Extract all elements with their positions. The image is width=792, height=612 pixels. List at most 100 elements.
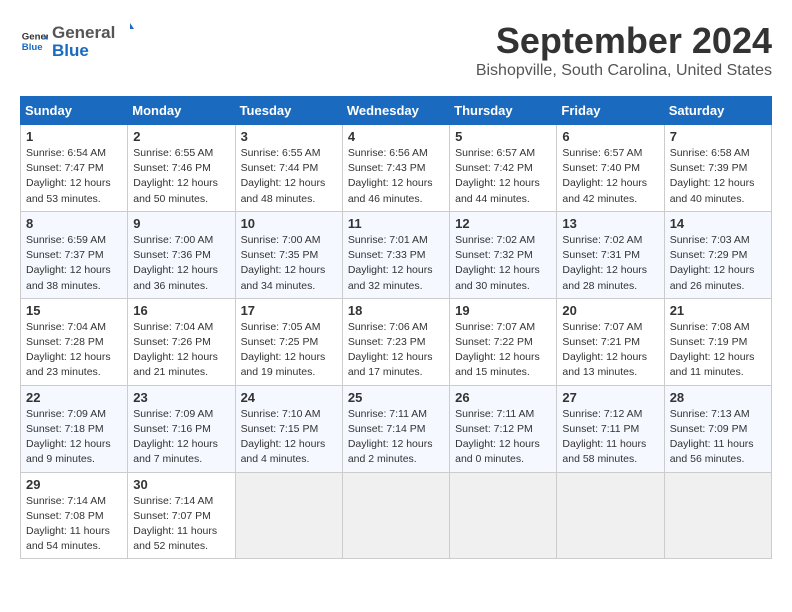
page-header: General Blue General Blue September 2024…: [20, 20, 772, 80]
day-info: Sunrise: 7:04 AMSunset: 7:26 PMDaylight:…: [133, 320, 229, 381]
calendar-day-cell: 17 Sunrise: 7:05 AMSunset: 7:25 PMDayligh…: [235, 298, 342, 385]
svg-text:General: General: [22, 31, 48, 42]
day-number: 7: [670, 129, 766, 144]
calendar-week-row: 8 Sunrise: 6:59 AMSunset: 7:37 PMDaylight…: [21, 211, 772, 298]
day-number: 14: [670, 216, 766, 231]
day-info: Sunrise: 7:07 AMSunset: 7:21 PMDaylight:…: [562, 320, 658, 381]
day-number: 21: [670, 303, 766, 318]
day-info: Sunrise: 7:08 AMSunset: 7:19 PMDaylight:…: [670, 320, 766, 381]
calendar-day-cell: 12 Sunrise: 7:02 AMSunset: 7:32 PMDayligh…: [450, 211, 557, 298]
weekday-header-tuesday: Tuesday: [235, 97, 342, 125]
day-info: Sunrise: 6:56 AMSunset: 7:43 PMDaylight:…: [348, 146, 444, 207]
calendar-day-cell: 19Sunrise: 7:07 AMSunset: 7:22 PMDayligh…: [450, 298, 557, 385]
month-title: September 2024: [476, 20, 772, 62]
calendar-day-cell: 4 Sunrise: 6:56 AMSunset: 7:43 PMDaylight…: [342, 125, 449, 212]
day-number: 16: [133, 303, 229, 318]
calendar-day-cell: 5 Sunrise: 6:57 AMSunset: 7:42 PMDaylight…: [450, 125, 557, 212]
calendar-day-cell: 8 Sunrise: 6:59 AMSunset: 7:37 PMDaylight…: [21, 211, 128, 298]
day-info: Sunrise: 7:14 AMSunset: 7:07 PMDaylight:…: [133, 494, 229, 555]
location-title: Bishopville, South Carolina, United Stat…: [476, 62, 772, 80]
day-number: 20: [562, 303, 658, 318]
calendar-week-row: 22 Sunrise: 7:09 AMSunset: 7:18 PMDayligh…: [21, 385, 772, 472]
logo-blue: Blue: [52, 41, 134, 61]
calendar-day-cell: 25Sunrise: 7:11 AMSunset: 7:14 PMDayligh…: [342, 385, 449, 472]
day-number: 9: [133, 216, 229, 231]
calendar-day-cell: 26 Sunrise: 7:11 AMSunset: 7:12 PMDayligh…: [450, 385, 557, 472]
day-number: 23: [133, 390, 229, 405]
day-info: Sunrise: 7:11 AMSunset: 7:12 PMDaylight:…: [455, 407, 551, 468]
weekday-header-monday: Monday: [128, 97, 235, 125]
day-info: Sunrise: 6:57 AMSunset: 7:42 PMDaylight:…: [455, 146, 551, 207]
day-info: Sunrise: 7:02 AMSunset: 7:32 PMDaylight:…: [455, 233, 551, 294]
empty-cell: [557, 472, 664, 559]
day-info: Sunrise: 6:59 AMSunset: 7:37 PMDaylight:…: [26, 233, 122, 294]
calendar-day-cell: 27 Sunrise: 7:12 AMSunset: 7:11 PMDayligh…: [557, 385, 664, 472]
calendar-day-cell: 13 Sunrise: 7:02 AMSunset: 7:31 PMDayligh…: [557, 211, 664, 298]
calendar-day-cell: 11Sunrise: 7:01 AMSunset: 7:33 PMDayligh…: [342, 211, 449, 298]
day-number: 18: [348, 303, 444, 318]
calendar-day-cell: 21 Sunrise: 7:08 AMSunset: 7:19 PMDayligh…: [664, 298, 771, 385]
empty-cell: [664, 472, 771, 559]
day-info: Sunrise: 6:55 AMSunset: 7:44 PMDaylight:…: [241, 146, 337, 207]
day-info: Sunrise: 7:01 AMSunset: 7:33 PMDaylight:…: [348, 233, 444, 294]
day-info: Sunrise: 7:09 AMSunset: 7:18 PMDaylight:…: [26, 407, 122, 468]
logo-general: General: [52, 23, 115, 43]
calendar-day-cell: 10 Sunrise: 7:00 AMSunset: 7:35 PMDayligh…: [235, 211, 342, 298]
day-number: 10: [241, 216, 337, 231]
day-number: 8: [26, 216, 122, 231]
day-number: 28: [670, 390, 766, 405]
day-info: Sunrise: 7:06 AMSunset: 7:23 PMDaylight:…: [348, 320, 444, 381]
day-info: Sunrise: 7:07 AMSunset: 7:22 PMDaylight:…: [455, 320, 551, 381]
calendar-day-cell: 9 Sunrise: 7:00 AMSunset: 7:36 PMDaylight…: [128, 211, 235, 298]
calendar-day-cell: 7Sunrise: 6:58 AMSunset: 7:39 PMDaylight…: [664, 125, 771, 212]
day-info: Sunrise: 7:02 AMSunset: 7:31 PMDaylight:…: [562, 233, 658, 294]
calendar-week-row: 15Sunrise: 7:04 AMSunset: 7:28 PMDayligh…: [21, 298, 772, 385]
day-number: 29: [26, 477, 122, 492]
day-number: 26: [455, 390, 551, 405]
calendar-day-cell: 20 Sunrise: 7:07 AMSunset: 7:21 PMDayligh…: [557, 298, 664, 385]
day-info: Sunrise: 7:09 AMSunset: 7:16 PMDaylight:…: [133, 407, 229, 468]
calendar-day-cell: 24Sunrise: 7:10 AMSunset: 7:15 PMDayligh…: [235, 385, 342, 472]
empty-cell: [342, 472, 449, 559]
calendar-day-cell: 29 Sunrise: 7:14 AMSunset: 7:08 PMDayligh…: [21, 472, 128, 559]
day-number: 27: [562, 390, 658, 405]
svg-text:Blue: Blue: [22, 41, 43, 52]
day-info: Sunrise: 7:13 AMSunset: 7:09 PMDaylight:…: [670, 407, 766, 468]
day-number: 13: [562, 216, 658, 231]
day-info: Sunrise: 7:03 AMSunset: 7:29 PMDaylight:…: [670, 233, 766, 294]
day-number: 6: [562, 129, 658, 144]
weekday-header-friday: Friday: [557, 97, 664, 125]
day-number: 5: [455, 129, 551, 144]
weekday-header-saturday: Saturday: [664, 97, 771, 125]
day-number: 1: [26, 129, 122, 144]
day-info: Sunrise: 7:00 AMSunset: 7:35 PMDaylight:…: [241, 233, 337, 294]
calendar-day-cell: 28 Sunrise: 7:13 AMSunset: 7:09 PMDayligh…: [664, 385, 771, 472]
day-number: 2: [133, 129, 229, 144]
day-number: 24: [241, 390, 337, 405]
calendar-week-row: 29 Sunrise: 7:14 AMSunset: 7:08 PMDayligh…: [21, 472, 772, 559]
calendar-day-cell: 2 Sunrise: 6:55 AMSunset: 7:46 PMDaylight…: [128, 125, 235, 212]
day-info: Sunrise: 7:00 AMSunset: 7:36 PMDaylight:…: [133, 233, 229, 294]
calendar-day-cell: 6Sunrise: 6:57 AMSunset: 7:40 PMDaylight…: [557, 125, 664, 212]
calendar-day-cell: 3Sunrise: 6:55 AMSunset: 7:44 PMDaylight…: [235, 125, 342, 212]
logo-icon: General Blue: [20, 27, 48, 55]
calendar-day-cell: 18 Sunrise: 7:06 AMSunset: 7:23 PMDayligh…: [342, 298, 449, 385]
day-number: 12: [455, 216, 551, 231]
day-number: 22: [26, 390, 122, 405]
day-number: 17: [241, 303, 337, 318]
day-info: Sunrise: 7:12 AMSunset: 7:11 PMDaylight:…: [562, 407, 658, 468]
calendar-week-row: 1Sunrise: 6:54 AMSunset: 7:47 PMDaylight…: [21, 125, 772, 212]
logo-bird-icon: [116, 20, 134, 38]
calendar-day-cell: 14 Sunrise: 7:03 AMSunset: 7:29 PMDayligh…: [664, 211, 771, 298]
day-info: Sunrise: 6:55 AMSunset: 7:46 PMDaylight:…: [133, 146, 229, 207]
day-info: Sunrise: 7:05 AMSunset: 7:25 PMDaylight:…: [241, 320, 337, 381]
day-number: 30: [133, 477, 229, 492]
day-number: 4: [348, 129, 444, 144]
calendar-day-cell: 16 Sunrise: 7:04 AMSunset: 7:26 PMDayligh…: [128, 298, 235, 385]
weekday-header-sunday: Sunday: [21, 97, 128, 125]
day-info: Sunrise: 7:14 AMSunset: 7:08 PMDaylight:…: [26, 494, 122, 555]
weekday-header-wednesday: Wednesday: [342, 97, 449, 125]
calendar-day-cell: 1Sunrise: 6:54 AMSunset: 7:47 PMDaylight…: [21, 125, 128, 212]
logo: General Blue General Blue: [20, 20, 134, 61]
calendar-table: SundayMondayTuesdayWednesdayThursdayFrid…: [20, 96, 772, 559]
